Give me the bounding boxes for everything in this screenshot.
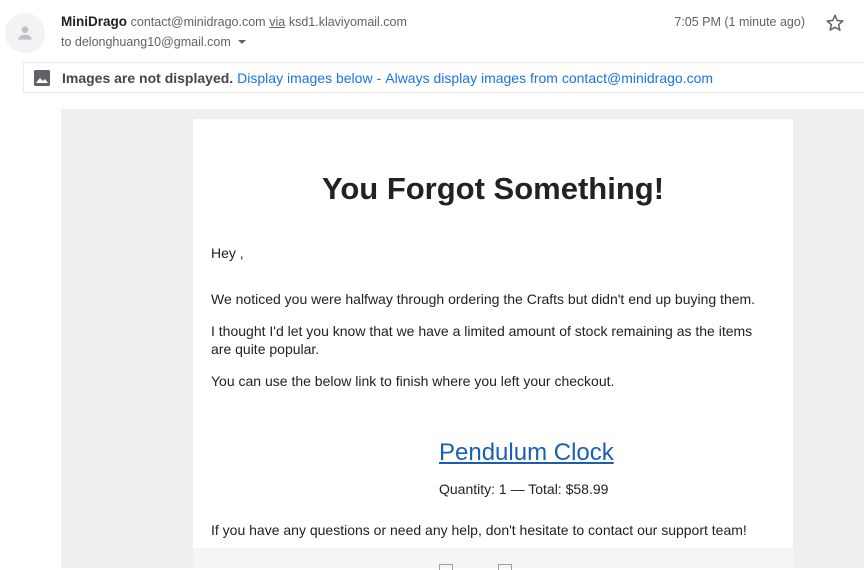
email-paragraph-1: We noticed you were halfway through orde…	[211, 291, 756, 307]
via-domain: ksd1.klaviyomail.com	[288, 15, 407, 29]
show-details-button[interactable]	[237, 39, 247, 45]
images-warning-bar: Images are not displayed. Display images…	[23, 62, 864, 93]
image-icon	[34, 69, 50, 86]
via-link[interactable]: via	[269, 15, 285, 29]
email-paragraph-3: You can use the below link to finish whe…	[211, 373, 615, 389]
email-content-card: You Forgot Something! Hey , We noticed y…	[193, 119, 793, 570]
sender-avatar[interactable]	[5, 13, 45, 53]
sender-name[interactable]: MiniDrago	[61, 14, 127, 29]
recipient-text: to delonghuang10@gmail.com	[61, 35, 231, 49]
footer-social-icon[interactable]	[439, 564, 453, 570]
support-text: If you have any questions or need any he…	[211, 522, 747, 538]
images-warning-text: Images are not displayed.	[62, 69, 234, 86]
product-link[interactable]: Pendulum Clock	[439, 439, 614, 467]
star-outline-icon	[826, 14, 844, 31]
always-display-images-link[interactable]: Always display images from contact@minid…	[385, 70, 713, 86]
footer-social-icon[interactable]	[498, 564, 512, 570]
sender-line: MiniDrago contact@minidrago.com via ksd1…	[61, 14, 407, 29]
sender-email: contact@minidrago.com	[130, 15, 266, 29]
star-button[interactable]	[824, 12, 846, 34]
email-footer	[193, 548, 793, 570]
person-avatar-icon	[18, 26, 32, 40]
product-quantity-total: Quantity: 1 — Total: $58.99	[439, 481, 609, 497]
caret-down-icon	[237, 40, 246, 44]
message-timestamp: 7:05 PM (1 minute ago)	[674, 15, 805, 29]
email-paragraph-2: I thought I'd let you know that we have …	[211, 323, 753, 357]
email-greeting: Hey ,	[211, 245, 244, 261]
images-link-separator: -	[376, 69, 382, 86]
display-images-below-link[interactable]: Display images below	[237, 70, 372, 86]
email-title: You Forgot Something!	[321, 171, 665, 206]
recipient-line: to delonghuang10@gmail.com	[61, 35, 247, 49]
